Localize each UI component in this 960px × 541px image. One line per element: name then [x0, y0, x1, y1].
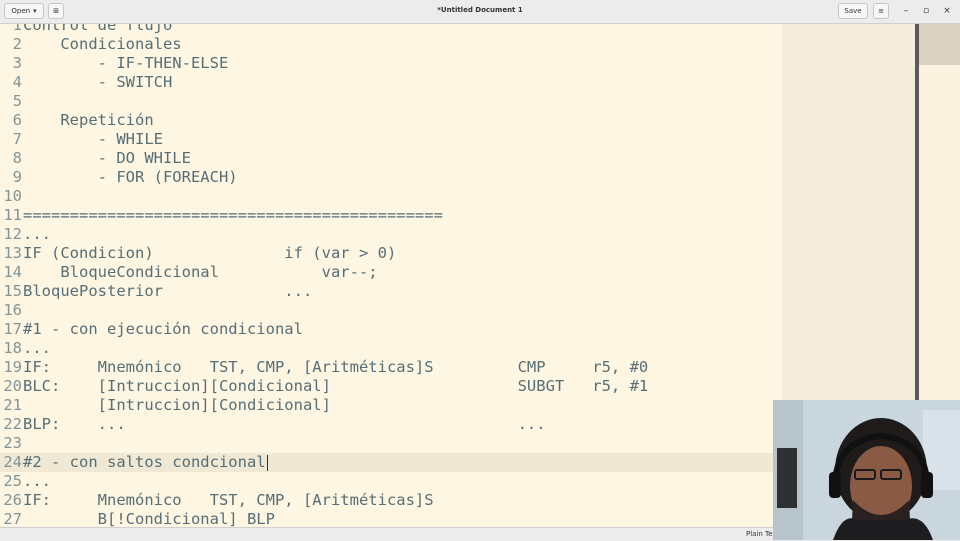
editor-line[interactable]: 27 B[!Condicional] BLP [0, 510, 782, 527]
line-text: - FOR (FOREACH) [23, 168, 238, 186]
line-number: 27 [3, 510, 22, 527]
menu-icon: ≡ [878, 7, 884, 15]
editor-line[interactable]: 14 BloqueCondicional var--; [0, 263, 782, 282]
editor-line[interactable]: 8 - DO WHILE [0, 149, 782, 168]
editor-line[interactable]: 9 - FOR (FOREACH) [0, 168, 782, 187]
line-text: IF: Mnemónico TST, CMP, [Aritméticas]S C… [23, 358, 649, 376]
line-text: BloquePosterior ... [23, 282, 313, 300]
line-number: 9 [12, 168, 22, 186]
maximize-button[interactable]: ▫ [919, 4, 933, 18]
line-number: 23 [3, 434, 22, 452]
line-text: - DO WHILE [23, 149, 191, 167]
line-number: 20 [3, 377, 22, 395]
editor-line[interactable]: 24 #2 - con saltos condcional [0, 453, 782, 472]
line-text: [Intruccion][Condicional] [23, 396, 331, 414]
editor-line[interactable]: 12... [0, 225, 782, 244]
editor-line[interactable]: 7 - WHILE [0, 130, 782, 149]
editor-line[interactable]: 4 - SWITCH [0, 73, 782, 92]
presenter-webcam-image [773, 400, 960, 540]
line-number: 16 [3, 301, 22, 319]
editor-line[interactable]: 13 IF (Condicion) if (var > 0) [0, 244, 782, 263]
line-number: 10 [3, 187, 22, 205]
editor-line[interactable]: 25... [0, 472, 782, 491]
editor-line[interactable]: 2 Condicionales [0, 35, 782, 54]
line-text: #1 - con ejecución condicional [23, 320, 303, 338]
line-text: #2 - con saltos condcional [23, 453, 266, 471]
line-text: - WHILE [23, 130, 163, 148]
minimize-icon: – [903, 6, 909, 16]
line-number: 21 [3, 396, 22, 414]
editor-line[interactable]: 21 [Intruccion][Condicional] [0, 396, 782, 415]
line-number: 3 [12, 54, 22, 72]
line-text: IF: Mnemónico TST, CMP, [Aritméticas]S [23, 491, 434, 509]
editor-line[interactable]: 16 [0, 301, 782, 320]
webcam-overlay [773, 400, 960, 540]
line-text: Condicionales [23, 35, 182, 53]
line-text: ... [23, 472, 51, 490]
save-button[interactable]: Save [838, 3, 868, 19]
editor-line[interactable]: 6 Repetición [0, 111, 782, 130]
line-number: 17 [3, 320, 22, 338]
line-number: 26 [3, 491, 22, 509]
close-icon: × [943, 6, 951, 16]
line-number: 24 [3, 453, 22, 471]
editor-line[interactable]: 26 IF: Mnemónico TST, CMP, [Aritméticas]S [0, 491, 782, 510]
line-number: 1 [12, 24, 22, 34]
editor-line[interactable]: 10 [0, 187, 782, 206]
line-text: BLC: [Intruccion][Condicional] SUBGT r5,… [23, 377, 649, 395]
line-number: 22 [3, 415, 22, 433]
hamburger-menu-button[interactable]: ≡ [873, 3, 889, 19]
editor-line[interactable]: 18... [0, 339, 782, 358]
minimize-button[interactable]: – [899, 4, 913, 18]
editor-line[interactable]: 11 ======================================… [0, 206, 782, 225]
line-number: 25 [3, 472, 22, 490]
line-number: 5 [12, 92, 22, 110]
line-number: 7 [12, 130, 22, 148]
line-text: - SWITCH [23, 73, 173, 91]
line-text: IF (Condicion) if (var > 0) [23, 244, 397, 262]
line-text: Control de flujo [23, 24, 173, 34]
line-number: 4 [12, 73, 22, 91]
line-text: BloqueCondicional var--; [23, 263, 378, 281]
close-button[interactable]: × [940, 4, 954, 18]
line-number: 19 [3, 358, 22, 376]
editor-line[interactable]: 19 IF: Mnemónico TST, CMP, [Aritméticas]S… [0, 358, 782, 377]
editor-line[interactable]: 15 BloquePosterior ... [0, 282, 782, 301]
minimap-viewport[interactable] [919, 24, 960, 65]
line-text: Repetición [23, 111, 154, 129]
line-text: ========================================… [23, 206, 443, 224]
text-editor[interactable]: 1 Control de flujo 2 Condicionales 3 - IF-T… [0, 24, 782, 527]
line-number: 11 [3, 206, 22, 224]
line-text: BLP: ... ... [23, 415, 546, 433]
line-text: ... [23, 339, 51, 357]
editor-line[interactable]: 17 #1 - con ejecución condicional [0, 320, 782, 339]
maximize-icon: ▫ [922, 6, 930, 16]
line-number: 15 [3, 282, 22, 300]
editor-line[interactable]: 20 BLC: [Intruccion][Condicional] SUBGT r… [0, 377, 782, 396]
line-number: 18 [3, 339, 22, 357]
line-text: ... [23, 225, 51, 243]
line-text: B[!Condicional] BLP [23, 510, 275, 527]
header-bar: Open ▾ ⊞ *Untitled Document 1 Save ≡ – ▫… [0, 0, 960, 24]
line-number: 13 [3, 244, 22, 262]
document-title: *Untitled Document 1 [437, 6, 523, 14]
editor-line[interactable]: 22 BLP: ... ... [0, 415, 782, 434]
editor-line[interactable]: 23 [0, 434, 782, 453]
line-number: 8 [12, 149, 22, 167]
line-number: 14 [3, 263, 22, 281]
editor-line[interactable]: 1 Control de flujo [0, 24, 782, 35]
line-number: 6 [12, 111, 22, 129]
editor-line[interactable]: 5 [0, 92, 782, 111]
editor-line[interactable]: 3 - IF-THEN-ELSE [0, 54, 782, 73]
text-cursor [267, 455, 268, 471]
line-number: 2 [12, 35, 22, 53]
line-text: - IF-THEN-ELSE [23, 54, 229, 72]
line-number: 12 [3, 225, 22, 243]
